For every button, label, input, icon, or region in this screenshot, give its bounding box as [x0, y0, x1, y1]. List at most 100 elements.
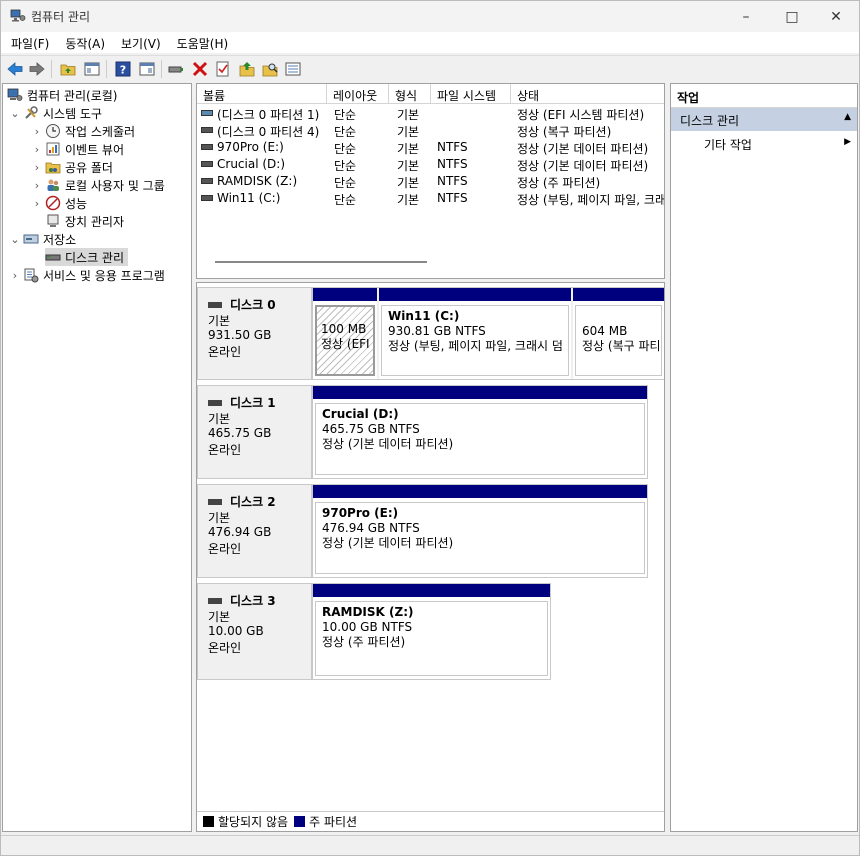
disk-2-info[interactable]: 디스크 2 기본 476.94 GB 온라인 — [197, 484, 312, 578]
column-header-volume[interactable]: 볼륨 — [197, 84, 327, 104]
disk-name: 디스크 1 — [230, 396, 276, 410]
partition-bar — [313, 584, 550, 597]
column-header-filesystem[interactable]: 파일 시스템 — [431, 84, 511, 104]
table-row[interactable]: (디스크 0 파티션 4) 단순 기본 정상 (복구 파티션) — [197, 122, 664, 139]
disk-name: 디스크 3 — [230, 594, 276, 608]
toolbar: ? — [1, 55, 859, 81]
volume-filesystem: NTFS — [437, 191, 468, 205]
tree-item-storage[interactable]: ⌄ 저장소 — [7, 230, 76, 248]
chevron-right-icon[interactable]: › — [29, 161, 45, 174]
help-icon[interactable]: ? — [114, 60, 132, 78]
status-bar — [1, 835, 859, 855]
tree-item-services[interactable]: › 서비스 및 응용 프로그램 — [7, 266, 165, 284]
volume-type: 기본 — [397, 125, 420, 139]
chevron-right-icon[interactable]: › — [29, 197, 45, 210]
collapse-icon[interactable]: ▲ — [844, 112, 851, 122]
horizontal-scrollbar[interactable] — [215, 261, 427, 263]
disk-status: 온라인 — [208, 443, 242, 457]
volume-type: 기본 — [397, 159, 420, 173]
event-viewer-icon — [46, 142, 60, 156]
list-icon[interactable] — [284, 60, 302, 78]
tree-item-local-users[interactable]: › 로컬 사용자 및 그룹 — [29, 176, 165, 194]
partition-970pro[interactable]: 970Pro (E:) 476.94 GB NTFS 정상 (기본 데이터 파티… — [313, 485, 647, 577]
back-icon[interactable] — [6, 60, 24, 78]
show-hide-tree-icon[interactable] — [83, 60, 101, 78]
disk-3-info[interactable]: 디스크 3 기본 10.00 GB 온라인 — [197, 583, 312, 680]
menu-file[interactable]: 파일(F) — [1, 32, 55, 53]
tree-item-root[interactable]: 컴퓨터 관리(로컬) — [7, 86, 117, 104]
disk-1-info[interactable]: 디스크 1 기본 465.75 GB 온라인 — [197, 385, 312, 479]
submenu-arrow-icon: ▶ — [844, 137, 851, 147]
table-row[interactable]: Win11 (C:) 단순 기본 NTFS 정상 (부팅, 페이지 파일, 크래… — [197, 190, 664, 207]
tree-item-event-viewer[interactable]: › 이벤트 뷰어 — [29, 140, 124, 158]
table-row[interactable]: Crucial (D:) 단순 기본 NTFS 정상 (기본 데이터 파티션) — [197, 156, 664, 173]
partition-title: RAMDISK (Z:) — [322, 605, 414, 619]
export-icon[interactable] — [238, 60, 256, 78]
column-header-layout[interactable]: 레이아웃 — [327, 84, 389, 104]
table-row[interactable]: (디스크 0 파티션 1) 단순 기본 정상 (EFI 시스템 파티션) — [197, 105, 664, 122]
column-header-type[interactable]: 형식 — [389, 84, 431, 104]
volume-icon — [201, 127, 213, 133]
tree-item-system-tools[interactable]: ⌄ 시스템 도구 — [7, 104, 102, 122]
volume-name: (디스크 0 파티션 1) — [217, 108, 320, 122]
device-manager-icon — [47, 214, 59, 227]
partition-ramdisk[interactable]: RAMDISK (Z:) 10.00 GB NTFS 정상 (주 파티션) — [313, 584, 550, 679]
volume-name: RAMDISK (Z:) — [217, 174, 298, 188]
actions-pane: 작업 디스크 관리 ▲ 기타 작업 ▶ — [670, 83, 858, 832]
partition-box: Win11 (C:) 930.81 GB NTFS 정상 (부팅, 페이지 파일… — [381, 305, 569, 376]
chevron-right-icon[interactable]: › — [7, 269, 23, 282]
tree-item-device-manager[interactable]: 장치 관리자 — [45, 212, 124, 230]
actions-more[interactable]: 기타 작업 ▶ — [671, 134, 857, 154]
close-button[interactable]: ✕ — [813, 1, 859, 32]
partition-efi[interactable]: 100 MB 정상 (EFI — [313, 288, 377, 379]
volume-status: 정상 (기본 데이터 파티션) — [517, 159, 649, 173]
search-icon[interactable] — [261, 60, 279, 78]
table-row[interactable]: RAMDISK (Z:) 단순 기본 NTFS 정상 (주 파티션) — [197, 173, 664, 190]
tree-item-shared-folders[interactable]: › 공유 폴더 — [29, 158, 113, 176]
disk-0-info[interactable]: 디스크 0 기본 931.50 GB 온라인 — [197, 287, 312, 380]
volume-icon — [201, 161, 213, 167]
partition-box: 100 MB 정상 (EFI — [315, 305, 375, 376]
chevron-down-icon[interactable]: ⌄ — [7, 233, 23, 246]
legend-primary-label: 주 파티션 — [309, 815, 358, 829]
chevron-right-icon[interactable]: › — [29, 125, 45, 138]
tree-item-disk-management[interactable]: 디스크 관리 — [45, 248, 129, 266]
column-header-status[interactable]: 상태 — [511, 84, 664, 104]
actions-header: 작업 — [671, 84, 857, 108]
tree-item-task-scheduler[interactable]: › 작업 스케줄러 — [29, 122, 135, 140]
tree-item-performance[interactable]: › 성능 — [29, 194, 87, 212]
connect-icon[interactable] — [167, 60, 185, 78]
maximize-button[interactable]: □ — [769, 1, 815, 32]
partition-bar — [379, 288, 571, 301]
tree-label: 디스크 관리 — [65, 250, 125, 265]
delete-icon[interactable] — [191, 60, 209, 78]
disk-2-partitions: 970Pro (E:) 476.94 GB NTFS 정상 (기본 데이터 파티… — [312, 484, 648, 578]
chevron-right-icon[interactable]: › — [29, 179, 45, 192]
volume-name: Win11 (C:) — [217, 191, 281, 205]
show-hide-action-icon[interactable] — [138, 60, 156, 78]
partition-crucial[interactable]: Crucial (D:) 465.75 GB NTFS 정상 (기본 데이터 파… — [313, 386, 647, 478]
properties-icon[interactable] — [214, 60, 232, 78]
partition-size: 100 MB — [321, 322, 367, 336]
volume-list: 볼륨 레이아웃 형식 파일 시스템 상태 (디스크 0 파티션 1) 단순 기본… — [196, 83, 665, 279]
table-row[interactable]: 970Pro (E:) 단순 기본 NTFS 정상 (기본 데이터 파티션) — [197, 139, 664, 156]
shared-folder-icon — [45, 162, 61, 174]
minimize-button[interactable]: – — [723, 1, 769, 32]
menu-action[interactable]: 동작(A) — [55, 32, 111, 53]
partition-win11[interactable]: Win11 (C:) 930.81 GB NTFS 정상 (부팅, 페이지 파일… — [379, 288, 571, 379]
volume-status: 정상 (기본 데이터 파티션) — [517, 142, 649, 156]
chevron-down-icon[interactable]: ⌄ — [7, 107, 23, 120]
tree-label: 공유 폴더 — [65, 160, 113, 175]
menu-view[interactable]: 보기(V) — [111, 32, 167, 53]
menu-help[interactable]: 도움말(H) — [167, 32, 235, 53]
window-title: 컴퓨터 관리 — [31, 10, 91, 24]
disk-3-partitions: RAMDISK (Z:) 10.00 GB NTFS 정상 (주 파티션) — [312, 583, 551, 680]
computer-management-icon — [10, 9, 26, 22]
partition-recovery[interactable]: 604 MB 정상 (복구 파티 — [573, 288, 664, 379]
services-icon — [24, 268, 39, 283]
actions-section-disk-management[interactable]: 디스크 관리 ▲ — [671, 108, 857, 131]
up-folder-icon[interactable] — [59, 60, 77, 78]
forward-icon[interactable] — [28, 60, 46, 78]
partition-status: 정상 (주 파티션) — [322, 635, 406, 649]
chevron-right-icon[interactable]: › — [29, 143, 45, 156]
